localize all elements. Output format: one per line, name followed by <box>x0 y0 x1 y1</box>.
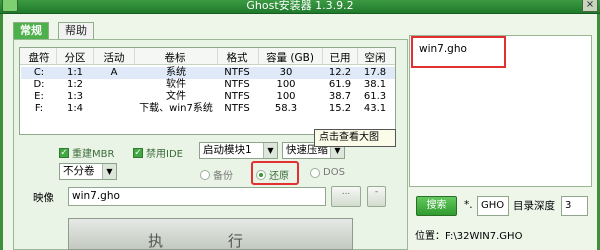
cell-used: 38.7 <box>328 91 352 102</box>
image-path-input[interactable]: win7.gho <box>68 187 326 206</box>
dos-radio[interactable]: DOS <box>310 167 345 178</box>
cell-capacity: 30 <box>279 67 293 78</box>
cell-format: NTFS <box>224 67 250 78</box>
tooltip: 点击查看大图 <box>314 129 396 147</box>
ext-prefix: *. <box>464 199 473 211</box>
cell-capacity: 100 <box>276 91 296 102</box>
table-row[interactable]: F: 1:4 下载、win7系统 NTFS 58.3 15.2 43.1 <box>21 103 395 115</box>
cell-drive: D: <box>33 79 45 90</box>
backup-label: 备份 <box>213 171 233 182</box>
cell-format: NTFS <box>224 79 250 90</box>
backup-radio[interactable]: 备份 <box>200 167 233 182</box>
chevron-down-icon[interactable]: ▼ <box>263 143 277 158</box>
partition-table[interactable]: 盘符 分区 活动 卷标 格式 容量 (GB) 已用 空闲 C: 1:1 A 系统… <box>19 47 396 135</box>
image-label: 映像 <box>33 192 54 204</box>
table-row[interactable]: C: 1:1 A 系统 NTFS 30 12.2 17.8 <box>21 67 395 79</box>
tab-help[interactable]: 帮助 <box>58 22 94 39</box>
list-item[interactable]: win7.gho <box>419 43 467 55</box>
column-volume[interactable]: 卷标 <box>160 50 190 65</box>
dos-label: DOS <box>323 167 345 178</box>
extra-button[interactable]: - <box>367 186 386 207</box>
boot-module-value: 启动模块1 <box>203 144 252 156</box>
cell-used: 12.2 <box>328 67 352 78</box>
cell-volume: 下载、win7系统 <box>139 103 213 114</box>
extension-input[interactable]: GHO <box>477 196 509 216</box>
title-bar: Ghost安装器 1.3.9.2 × <box>0 0 600 14</box>
restore-highlight <box>251 161 299 185</box>
cell-partition: 1:3 <box>66 91 84 102</box>
split-select[interactable]: 不分卷 ▼ <box>59 163 117 180</box>
disable-ide-label: 禁用IDE <box>146 149 183 160</box>
cell-volume: 软件 <box>166 79 186 90</box>
cell-used: 61.9 <box>328 79 352 90</box>
cell-free: 61.3 <box>363 91 387 102</box>
cell-format: NTFS <box>224 103 250 114</box>
cell-volume: 系统 <box>166 67 186 78</box>
cell-drive: C: <box>33 67 45 78</box>
depth-input[interactable]: 3 <box>561 196 588 216</box>
column-free[interactable]: 空闲 <box>361 50 389 65</box>
location-label: 位置：F:\32WIN7.GHO <box>415 231 523 242</box>
column-partition[interactable]: 分区 <box>61 50 89 65</box>
depth-label: 目录深度 <box>513 200 555 212</box>
chevron-down-icon[interactable]: ▼ <box>102 164 116 179</box>
radio-icon <box>200 169 210 180</box>
cell-volume: 文件 <box>166 91 186 102</box>
table-header: 盘符 分区 活动 卷标 格式 容量 (GB) 已用 空闲 <box>20 48 395 65</box>
execute-button[interactable]: 执 行 <box>68 218 353 250</box>
table-row[interactable]: D: 1:2 软件 NTFS 100 61.9 38.1 <box>21 79 395 91</box>
cell-active: A <box>110 67 118 78</box>
window-title: Ghost安装器 1.3.9.2 <box>246 0 354 12</box>
radio-icon <box>310 167 320 178</box>
column-used[interactable]: 已用 <box>326 50 354 65</box>
cell-used: 15.2 <box>328 103 352 114</box>
cell-format: NTFS <box>224 91 250 102</box>
close-button[interactable]: × <box>582 0 598 12</box>
check-icon: ✓ <box>133 147 143 158</box>
tab-general[interactable]: 常规 <box>13 22 49 39</box>
split-value: 不分卷 <box>63 165 95 177</box>
disable-ide-checkbox[interactable]: ✓ 禁用IDE <box>133 145 183 160</box>
cell-free: 38.1 <box>363 79 387 90</box>
cell-partition: 1:4 <box>66 103 84 114</box>
cell-partition: 1:1 <box>66 67 84 78</box>
browse-button[interactable]: ... <box>331 186 361 207</box>
column-format[interactable]: 格式 <box>222 50 252 65</box>
cell-free: 17.8 <box>363 67 387 78</box>
boot-module-select[interactable]: 启动模块1 ▼ <box>199 142 278 159</box>
cell-drive: F: <box>34 103 44 114</box>
cell-partition: 1:2 <box>66 79 84 90</box>
cell-capacity: 100 <box>276 79 296 90</box>
cell-capacity: 58.3 <box>274 103 298 114</box>
cell-drive: E: <box>34 91 44 102</box>
table-row[interactable]: E: 1:3 文件 NTFS 100 38.7 61.3 <box>21 91 395 103</box>
check-icon: ✓ <box>59 147 69 158</box>
cell-free: 43.1 <box>363 103 387 114</box>
search-button[interactable]: 搜索 <box>416 196 457 216</box>
rebuild-mbr-label: 重建MBR <box>72 149 115 160</box>
rebuild-mbr-checkbox[interactable]: ✓ 重建MBR <box>59 145 114 160</box>
column-drive[interactable]: 盘符 <box>25 50 53 65</box>
column-active[interactable]: 活动 <box>100 50 128 65</box>
column-capacity[interactable]: 容量 (GB) <box>262 50 318 65</box>
